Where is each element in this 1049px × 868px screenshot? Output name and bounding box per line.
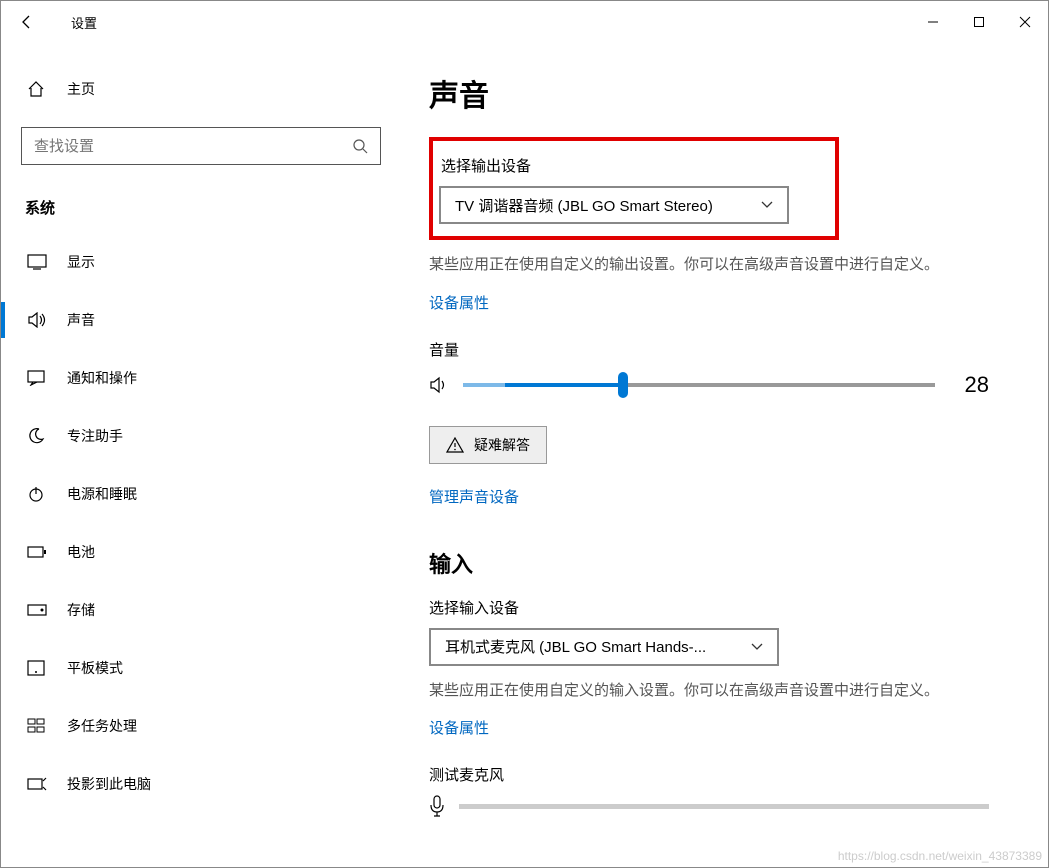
- sidebar-item-label: 电池: [67, 542, 95, 562]
- sidebar-item-label: 多任务处理: [67, 716, 137, 736]
- volume-label: 音量: [429, 339, 1020, 360]
- search-box[interactable]: [21, 127, 381, 165]
- multitask-icon: [27, 718, 49, 734]
- test-mic-label: 测试麦克风: [429, 764, 1020, 785]
- maximize-button[interactable]: [956, 1, 1002, 43]
- troubleshoot-label: 疑难解答: [474, 435, 530, 455]
- home-label: 主页: [67, 79, 95, 99]
- power-icon: [27, 485, 49, 503]
- sidebar-item-storage[interactable]: 存储: [21, 584, 381, 636]
- sidebar-item-label: 平板模式: [67, 658, 123, 678]
- volume-row: 28: [429, 372, 989, 398]
- sidebar-item-display[interactable]: 显示: [21, 236, 381, 288]
- notify-icon: [27, 370, 49, 386]
- troubleshoot-button[interactable]: 疑难解答: [429, 426, 547, 464]
- tablet-icon: [27, 660, 49, 676]
- storage-icon: [27, 604, 49, 616]
- mic-icon: [429, 795, 445, 817]
- input-desc: 某些应用正在使用自定义的输入设置。你可以在高级声音设置中进行自定义。: [429, 678, 989, 704]
- chevron-down-icon: [761, 201, 773, 209]
- sidebar-item-power[interactable]: 电源和睡眠: [21, 468, 381, 520]
- home-link[interactable]: 主页: [21, 67, 381, 111]
- input-device-dropdown[interactable]: 耳机式麦克风 (JBL GO Smart Hands-...: [429, 628, 779, 666]
- sound-icon: [27, 312, 49, 328]
- main-content: 声音 选择输出设备 TV 调谐器音频 (JBL GO Smart Stereo)…: [401, 43, 1048, 867]
- chevron-down-icon: [751, 643, 763, 651]
- search-icon: [352, 138, 368, 154]
- input-device-props-link[interactable]: 设备属性: [429, 717, 489, 738]
- sidebar-item-project[interactable]: 投影到此电脑: [21, 758, 381, 810]
- back-arrow-icon[interactable]: [19, 14, 49, 30]
- input-device-value: 耳机式麦克风 (JBL GO Smart Hands-...: [445, 636, 751, 657]
- sidebar-item-label: 声音: [67, 310, 95, 330]
- sidebar-item-label: 存储: [67, 600, 95, 620]
- mic-test-row: [429, 795, 989, 817]
- sidebar-item-battery[interactable]: 电池: [21, 526, 381, 578]
- manage-devices-link[interactable]: 管理声音设备: [429, 486, 519, 507]
- output-device-dropdown[interactable]: TV 调谐器音频 (JBL GO Smart Stereo): [439, 186, 789, 224]
- sidebar-item-notifications[interactable]: 通知和操作: [21, 352, 381, 404]
- sidebar-group-header: 系统: [21, 197, 381, 218]
- sidebar-item-label: 投影到此电脑: [67, 774, 151, 794]
- input-heading: 输入: [429, 547, 1020, 579]
- output-highlight-box: 选择输出设备 TV 调谐器音频 (JBL GO Smart Stereo): [429, 137, 839, 240]
- mic-level-bar: [459, 804, 989, 809]
- display-icon: [27, 254, 49, 270]
- sidebar-item-sound[interactable]: 声音: [21, 294, 381, 346]
- sidebar-item-focus[interactable]: 专注助手: [21, 410, 381, 462]
- sidebar-item-label: 专注助手: [67, 426, 123, 446]
- input-section-label: 选择输入设备: [429, 597, 1020, 618]
- home-icon: [27, 80, 49, 98]
- output-section-label: 选择输出设备: [435, 155, 825, 176]
- volume-slider[interactable]: [463, 383, 935, 387]
- sidebar-item-multitask[interactable]: 多任务处理: [21, 700, 381, 752]
- project-icon: [27, 776, 49, 792]
- minimize-button[interactable]: [910, 1, 956, 43]
- sidebar-item-tablet[interactable]: 平板模式: [21, 642, 381, 694]
- sidebar: 主页 系统 显示 声音 通知和操作 专注助手 电源和睡眠: [1, 43, 401, 867]
- battery-icon: [27, 546, 49, 558]
- warning-icon: [446, 437, 464, 453]
- titlebar: 设置: [1, 1, 1048, 43]
- volume-value: 28: [949, 372, 989, 398]
- focus-icon: [27, 427, 49, 445]
- window-title: 设置: [71, 13, 97, 32]
- close-button[interactable]: [1002, 1, 1048, 43]
- volume-icon[interactable]: [429, 376, 449, 394]
- sidebar-item-label: 显示: [67, 252, 95, 272]
- page-title: 声音: [429, 71, 1020, 115]
- window-controls: [910, 1, 1048, 43]
- output-desc: 某些应用正在使用自定义的输出设置。你可以在高级声音设置中进行自定义。: [429, 252, 989, 278]
- output-device-value: TV 调谐器音频 (JBL GO Smart Stereo): [455, 195, 761, 216]
- output-device-props-link[interactable]: 设备属性: [429, 292, 489, 313]
- watermark: https://blog.csdn.net/weixin_43873389: [838, 849, 1042, 863]
- sidebar-item-label: 电源和睡眠: [67, 484, 137, 504]
- sidebar-item-label: 通知和操作: [67, 368, 137, 388]
- search-input[interactable]: [34, 138, 352, 155]
